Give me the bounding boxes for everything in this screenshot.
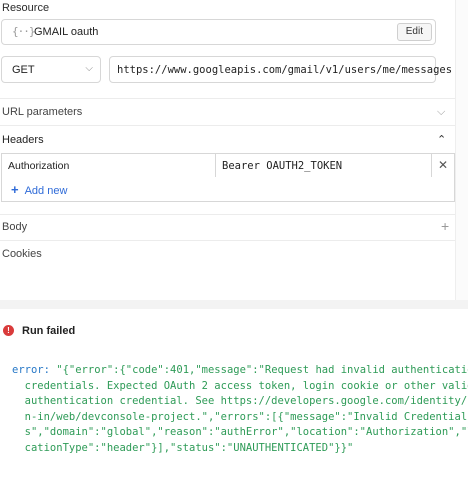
cookies-toggle[interactable]: Cookies bbox=[2, 248, 42, 260]
url-input[interactable]: https://www.googleapis.com/gmail/v1/user… bbox=[109, 56, 452, 83]
divider bbox=[0, 98, 455, 99]
method-value: GET bbox=[12, 64, 35, 76]
header-row: Authorization Bearer OAUTH2_TOKEN ✕ bbox=[1, 153, 455, 178]
error-line-1: "{"error":{"code":401,"message":"Request… bbox=[49, 364, 468, 376]
header-key-field[interactable]: Authorization bbox=[2, 154, 216, 177]
scrollbar-track[interactable] bbox=[455, 0, 468, 309]
url-value: https://www.googleapis.com/gmail/v1/user… bbox=[117, 64, 453, 76]
run-result-panel: ! Run failed error: "{"error":{"code":40… bbox=[0, 312, 468, 500]
error-line-4: n-in/web/devconsole-project.","errors":[… bbox=[12, 410, 468, 423]
header-value-field[interactable]: Bearer OAUTH2_TOKEN bbox=[216, 154, 432, 177]
add-new-label: Add new bbox=[24, 185, 68, 197]
divider bbox=[0, 125, 455, 126]
header-value-text: Bearer OAUTH2_TOKEN bbox=[222, 160, 343, 172]
chevron-up-icon[interactable]: ⌃ bbox=[437, 133, 446, 146]
resource-section-label: Resource bbox=[2, 2, 50, 14]
panel-separator[interactable] bbox=[0, 300, 468, 309]
braces-icon: {··} bbox=[12, 25, 35, 38]
error-output: error: "{"error":{"code":401,"message":"… bbox=[12, 363, 468, 456]
error-line-5: s","domain":"global","reason":"authError… bbox=[12, 426, 468, 438]
plus-icon[interactable]: + bbox=[441, 218, 449, 234]
error-line-3: authentication credential. See https://d… bbox=[12, 395, 468, 407]
method-select[interactable]: GET ⌵ bbox=[1, 56, 101, 83]
divider bbox=[0, 240, 455, 241]
plus-icon: + bbox=[11, 182, 19, 197]
header-footer: + Add new bbox=[1, 177, 455, 202]
chevron-down-icon: ⌵ bbox=[85, 63, 93, 74]
add-header-button[interactable]: + Add new bbox=[11, 182, 67, 197]
header-key-value: Authorization bbox=[8, 160, 70, 172]
close-icon[interactable]: ✕ bbox=[438, 158, 448, 172]
url-parameters-toggle[interactable]: URL parameters bbox=[2, 106, 82, 118]
error-line-6: cationType":"header"}],"status":"UNAUTHE… bbox=[12, 441, 354, 454]
error-icon: ! bbox=[3, 325, 14, 336]
headers-toggle[interactable]: Headers bbox=[2, 134, 44, 146]
body-toggle[interactable]: Body bbox=[2, 221, 27, 233]
run-status-title: Run failed bbox=[22, 325, 76, 337]
resource-name: GMAIL oauth bbox=[34, 26, 99, 38]
resource-selector[interactable]: {··} GMAIL oauth Edit bbox=[1, 19, 436, 45]
error-key: error: bbox=[12, 364, 50, 376]
edit-resource-button[interactable]: Edit bbox=[396, 23, 432, 41]
error-line-2: credentials. Expected OAuth 2 access tok… bbox=[12, 379, 468, 392]
chevron-down-icon[interactable]: ⌵ bbox=[437, 106, 445, 119]
divider bbox=[0, 214, 455, 215]
